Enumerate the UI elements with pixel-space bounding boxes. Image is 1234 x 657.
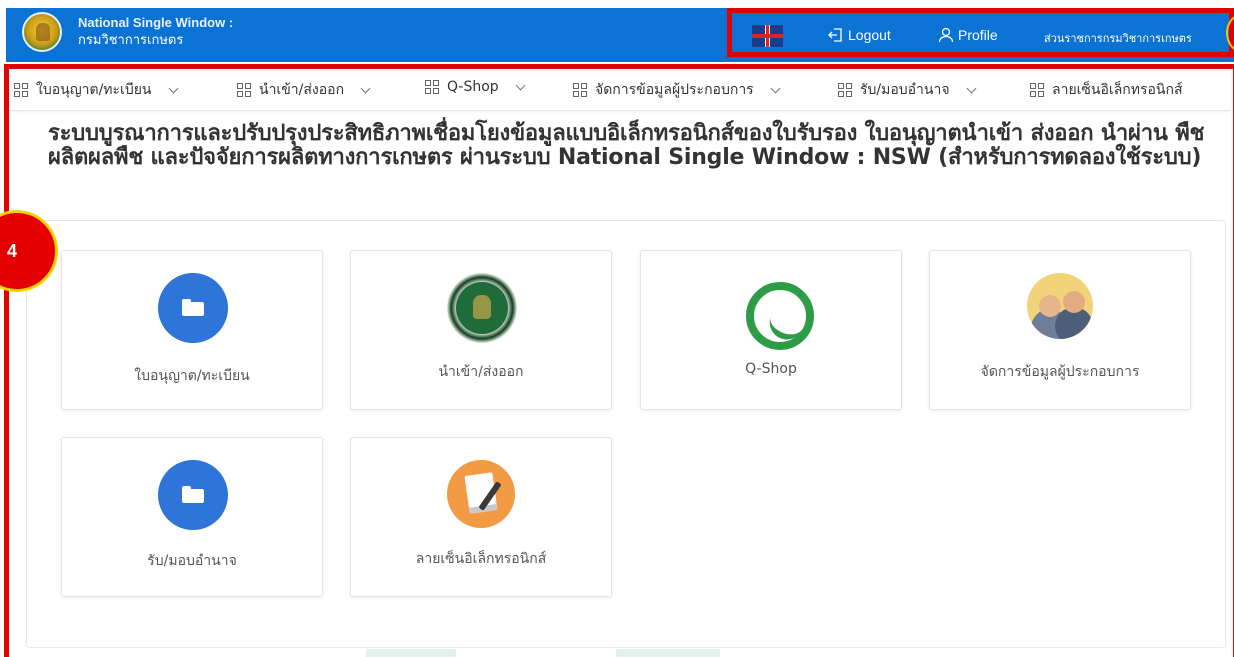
- chevron-down-icon: [168, 83, 178, 93]
- menu-item-e-signature[interactable]: ลายเซ็นอิเล็กทรอนิกส์: [1030, 79, 1183, 101]
- people-icon: [1027, 273, 1093, 339]
- logout-link[interactable]: Logout: [828, 27, 891, 43]
- folder-icon: [158, 460, 228, 530]
- module-card-label: นำเข้า/ส่งออก: [438, 364, 524, 380]
- module-card-label: ใบอนุญาต/ทะเบียน: [134, 368, 250, 384]
- q-shop-logo-icon: [737, 273, 814, 350]
- module-card-label: จัดการข้อมูลผู้ประกอบการ: [980, 364, 1140, 380]
- module-card-license[interactable]: ใบอนุญาต/ทะเบียน: [61, 250, 323, 410]
- grid-icon: [573, 83, 587, 97]
- page-title: ระบบบูรณาการและปรับปรุงประสิทธิภาพเชื่อม…: [48, 121, 1205, 170]
- chevron-down-icon: [966, 83, 977, 93]
- grid-icon: [838, 83, 852, 97]
- chevron-down-icon: [770, 83, 781, 93]
- department-logo-icon[interactable]: [22, 12, 62, 52]
- annotation-badge-number: 4: [7, 241, 18, 261]
- grid-icon: [1030, 83, 1044, 97]
- logout-label: Logout: [848, 27, 891, 43]
- menu-item-import-export[interactable]: นำเข้า/ส่งออก: [237, 79, 371, 101]
- menu-item-label: จัดการข้อมูลผู้ประกอบการ: [595, 82, 754, 98]
- chevron-down-icon: [515, 80, 526, 90]
- module-card-authorization[interactable]: รับ/มอบอำนาจ: [61, 437, 323, 597]
- menu-item-license[interactable]: ใบอนุญาต/ทะเบียน: [14, 79, 178, 101]
- logout-icon: [828, 28, 842, 42]
- agency-link[interactable]: ส่วนราชการกรมวิชาการเกษตร: [1044, 29, 1192, 47]
- profile-link[interactable]: Profile: [938, 27, 998, 43]
- department-seal-icon: [447, 273, 517, 343]
- signature-document-icon: [447, 460, 515, 528]
- profile-label: Profile: [958, 27, 998, 43]
- background-decoration: [616, 649, 720, 657]
- module-card-label: รับ/มอบอำนาจ: [147, 553, 237, 569]
- page: National Single Window : กรมวิชาการเกษตร…: [0, 0, 1234, 657]
- menu-item-label: ใบอนุญาต/ทะเบียน: [36, 82, 152, 98]
- module-card-label: ลายเซ็นอิเล็กทรอนิกส์: [415, 551, 547, 567]
- folder-icon: [158, 273, 228, 343]
- brand[interactable]: National Single Window : กรมวิชาการเกษตร: [78, 14, 233, 49]
- uk-flag-icon[interactable]: [752, 25, 783, 47]
- menu-item-label: นำเข้า/ส่งออก: [259, 82, 345, 98]
- menu-item-label: Q-Shop: [447, 79, 499, 95]
- brand-subtitle: กรมวิชาการเกษตร: [78, 32, 184, 47]
- menu-item-q-shop[interactable]: Q-Shop: [425, 79, 526, 95]
- background-decoration: [366, 649, 456, 657]
- module-card-q-shop[interactable]: Q-Shop: [640, 250, 902, 410]
- module-card-e-signature[interactable]: ลายเซ็นอิเล็กทรอนิกส์: [350, 437, 612, 597]
- grid-icon: [425, 80, 439, 94]
- menu-item-operator-data[interactable]: จัดการข้อมูลผู้ประกอบการ: [573, 79, 781, 101]
- brand-title: National Single Window :: [78, 15, 234, 30]
- module-card-label: Q-Shop: [745, 361, 797, 377]
- chevron-down-icon: [360, 83, 371, 93]
- grid-icon: [14, 83, 28, 97]
- menu-item-authorization[interactable]: รับ/มอบอำนาจ: [838, 79, 977, 101]
- menu-item-label: ลายเซ็นอิเล็กทรอนิกส์: [1052, 82, 1183, 98]
- user-icon: [938, 27, 954, 43]
- menu-item-label: รับ/มอบอำนาจ: [860, 82, 950, 98]
- module-card-import-export[interactable]: นำเข้า/ส่งออก: [350, 250, 612, 410]
- grid-icon: [237, 83, 251, 97]
- module-card-operator-data[interactable]: จัดการข้อมูลผู้ประกอบการ: [929, 250, 1191, 410]
